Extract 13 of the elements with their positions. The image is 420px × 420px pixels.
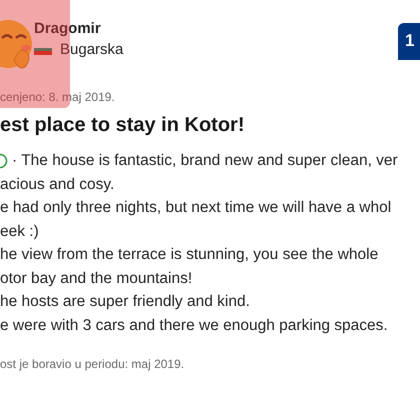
review-text: e had only three nights, but next time we will have a whol <box>0 198 392 218</box>
review-text: he hosts are super friendly and kind. <box>0 292 250 312</box>
smiley-icon <box>0 152 8 169</box>
reviewer-country: Bugarska <box>60 41 124 58</box>
review-text: e were with 3 cars and there we enough parking spaces. <box>0 316 388 336</box>
score-badge: 1 <box>398 23 420 60</box>
review-text: · The house is fantastic, brand new and super clean, ver <box>12 151 398 171</box>
stay-period: ost je boravio u periodu: maj 2019. <box>0 357 186 371</box>
review-text: otor bay and the mountains! <box>0 268 192 288</box>
review-text: he view from the terrace is stunning, you see the whole <box>0 245 378 265</box>
review-text: acious and cosy. <box>0 174 114 194</box>
review-text: eek :) <box>0 222 39 242</box>
review-title: est place to stay in Kotor! <box>0 114 246 137</box>
